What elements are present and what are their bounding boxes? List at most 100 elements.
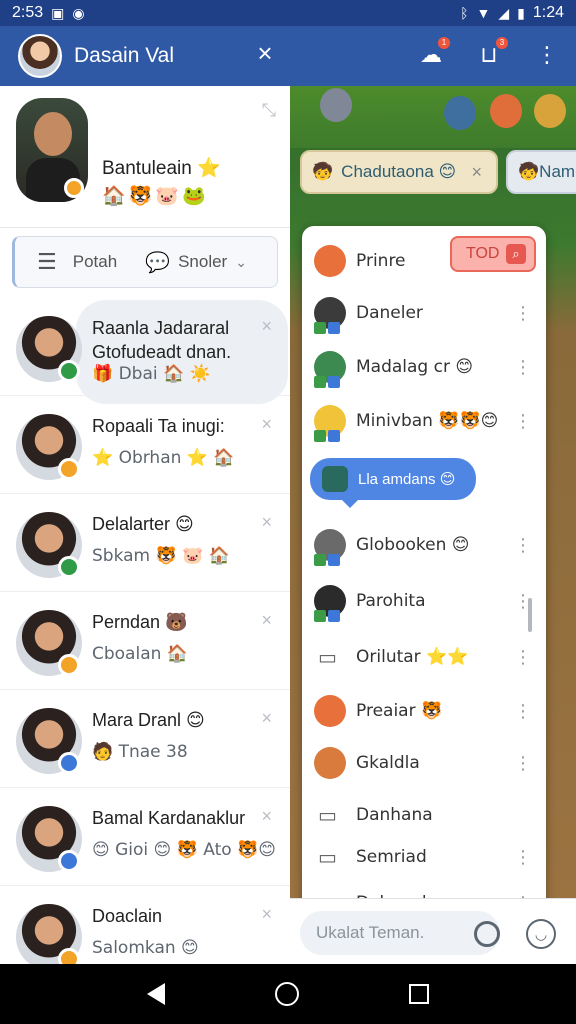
contact-subtitle: ⭐ Obrhan ⭐ 🏠 (92, 448, 235, 468)
chat-input-bar: Ukalat Teman. ◡ (290, 898, 576, 964)
more-menu-button[interactable]: ⋮ (532, 40, 562, 70)
player-item[interactable]: ▭ Orilutar ⭐⭐ ⋮ (302, 630, 546, 684)
contact-subtitle: 🧑 Tnae 38 (92, 742, 188, 762)
status-indicator (58, 850, 80, 872)
player-item[interactable]: Preaiar 🐯 ⋮ (302, 684, 546, 738)
game-character (534, 94, 566, 128)
more-vert-icon[interactable]: ⋮ (514, 647, 532, 668)
player-item[interactable]: Prinre (302, 234, 546, 288)
player-list-popup: TOD ⌕ Lla amdans 😊 Prinre Daneler ⋮ Madalag… (302, 226, 546, 916)
system-nav-bar (0, 964, 576, 1024)
green-badge (314, 376, 326, 388)
game-character (444, 96, 476, 130)
player-avatar-icon (314, 245, 346, 277)
contact-row[interactable]: Perndan 🐻 Cboalan 🏠 × (0, 592, 290, 690)
blue-badge (328, 322, 340, 334)
contact-row[interactable]: Delalarter 😊 Sbkam 🐯 🐷 🏠 × (0, 494, 290, 592)
contact-name-line2: Gtofudeadt dnan. (92, 342, 232, 362)
player-item[interactable]: Globooken 😊 ⋮ (302, 518, 546, 572)
close-icon[interactable]: × (471, 162, 482, 183)
close-icon[interactable]: × (252, 40, 278, 66)
player-name: Parohita (356, 591, 426, 611)
blue-badge (328, 376, 340, 388)
notifications-button[interactable]: ☁ 1 (416, 37, 450, 70)
contact-name: Delalarter 😊 (92, 514, 194, 534)
filter-right-label[interactable]: Snoler (178, 252, 227, 272)
more-vert-icon[interactable]: ⋮ (514, 411, 532, 432)
game-tab-other[interactable]: 🧒 Nam (506, 150, 576, 194)
close-icon[interactable]: × (261, 316, 272, 337)
emoji-icon[interactable] (474, 921, 500, 947)
green-badge (314, 554, 326, 566)
green-badge (314, 610, 326, 622)
user-avatar[interactable] (18, 34, 62, 78)
player-item[interactable]: Daneler ⋮ (302, 286, 546, 340)
inbox-icon: ⊔ (480, 42, 498, 67)
filter-left-label[interactable]: Potah (73, 252, 117, 272)
recents-icon[interactable] (409, 984, 429, 1004)
close-icon[interactable]: × (261, 610, 272, 631)
chevron-down-icon[interactable]: ⌄ (235, 254, 247, 271)
close-icon[interactable]: × (261, 512, 272, 533)
tooltip-bubble: Lla amdans 😊 (310, 458, 476, 508)
player-name: Globooken 😊 (356, 535, 470, 555)
profile-card[interactable]: Bantuleain ⭐ 🏠🐯🐷🐸 ⤡ (0, 86, 290, 228)
more-vert-icon[interactable]: ⋮ (514, 357, 532, 378)
player-avatar-icon (314, 695, 346, 727)
contact-row[interactable]: Mara Dranl 😊 🧑 Tnae 38 × (0, 690, 290, 788)
close-icon[interactable]: × (261, 806, 272, 827)
contact-row[interactable]: Raanla Jadararal Gtofudeadt dnan. 🎁 Dbai 🏠… (0, 298, 290, 404)
home-icon[interactable] (275, 982, 299, 1006)
list-icon: ▭ (318, 846, 337, 869)
chat-input[interactable]: Ukalat Teman. (300, 911, 500, 955)
bluetooth-icon: ᛒ (460, 5, 469, 21)
circle-icon: ◉ (72, 4, 85, 21)
more-vert-icon[interactable]: ⋮ (514, 303, 532, 324)
close-icon[interactable]: × (261, 904, 272, 925)
more-vert-icon[interactable]: ⋮ (514, 535, 532, 556)
profile-badges: 🏠🐯🐷🐸 (102, 185, 209, 207)
contact-subtitle: Sbkam 🐯 🐷 🏠 (92, 546, 230, 566)
contact-name: Bamal Kardanaklur (92, 808, 246, 828)
tab-icon (322, 466, 348, 492)
status-indicator (58, 654, 80, 676)
battery-icon: ▮ (517, 4, 525, 21)
menu-icon[interactable]: ☰ (37, 249, 57, 275)
app-title: Dasain Val (74, 44, 174, 67)
player-name: Danhana (356, 805, 433, 825)
collapse-icon[interactable]: ⤡ (262, 100, 276, 121)
contact-name: Perndan 🐻 (92, 612, 188, 632)
green-badge (314, 322, 326, 334)
player-name: Daneler (356, 303, 423, 323)
more-vert-icon[interactable]: ⋮ (514, 847, 532, 868)
green-badge (314, 430, 326, 442)
inbox-button[interactable]: ⊔ 3 (474, 37, 508, 70)
close-icon[interactable]: × (261, 414, 272, 435)
send-icon[interactable]: ◡ (526, 919, 556, 949)
contact-subtitle: Cboalan 🏠 (92, 644, 188, 664)
filter-bar[interactable]: ☰ Potah 💬 Snoler ⌄ (12, 236, 278, 288)
inbox-badge: 3 (496, 37, 508, 49)
close-icon[interactable]: × (261, 708, 272, 729)
player-item[interactable]: Minivban 🐯🐯😊 ⋮ (302, 394, 546, 448)
contact-list: Raanla Jadararal Gtofudeadt dnan. 🎁 Dbai 🏠… (0, 298, 290, 984)
app-bar: Dasain Val × ☁ 1 ⊔ 3 ⋮ (0, 26, 576, 86)
blue-badge (328, 430, 340, 442)
player-item[interactable]: Parohita ⋮ (302, 574, 546, 628)
game-tab-active[interactable]: 🧒 Chadutaona 😊 × (300, 150, 498, 194)
contact-row[interactable]: Ropaali Ta inugi: ⭐ Obrhan ⭐ 🏠 × (0, 396, 290, 494)
player-item[interactable]: Gkaldla ⋮ (302, 736, 546, 790)
back-icon[interactable] (147, 983, 165, 1005)
player-name: Orilutar ⭐⭐ (356, 647, 469, 667)
app-screen: 2:53 ▣ ◉ ᛒ ▼ ◢ ▮ 1:24 Dasain Val × ☁ 1 ⊔… (0, 0, 576, 1024)
status-indicator (58, 458, 80, 480)
more-vert-icon[interactable]: ⋮ (514, 591, 532, 612)
player-item[interactable]: Madalag cr 😊 ⋮ (302, 340, 546, 394)
contact-subtitle: Salomkan 😊 (92, 938, 199, 958)
contact-row[interactable]: Bamal Kardanaklur 😊 Gioi 😊 🐯 Ato 🐯😊 × (0, 788, 290, 886)
more-vert-icon[interactable]: ⋮ (514, 753, 532, 774)
more-vert-icon[interactable]: ⋮ (514, 701, 532, 722)
signal-icon: ◢ (498, 4, 510, 21)
player-name: Preaiar 🐯 (356, 701, 443, 721)
status-time-right: 1:24 (532, 4, 564, 21)
